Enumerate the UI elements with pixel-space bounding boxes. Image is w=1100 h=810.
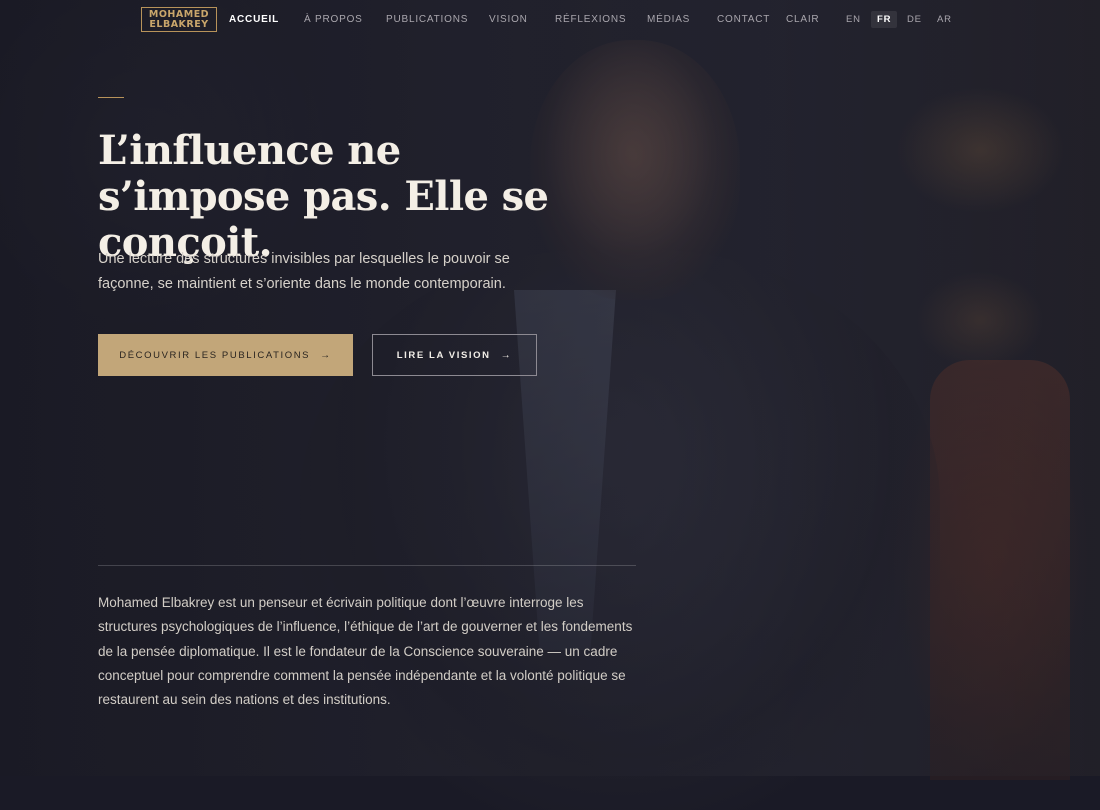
site-logo[interactable]: MOHAMED ELBAKREY [141, 7, 217, 32]
theme-toggle[interactable]: CLAIR [786, 14, 819, 25]
discover-publications-label: DÉCOUVRIR LES PUBLICATIONS [119, 349, 311, 361]
top-navigation: MOHAMED ELBAKREY ACCUEIL À PROPOS PUBLIC… [0, 0, 1100, 40]
nav-item-accueil[interactable]: ACCUEIL [229, 14, 279, 25]
nav-item-reflexions[interactable]: RÉFLEXIONS [555, 14, 626, 25]
logo-line-2: ELBAKREY [149, 18, 209, 30]
hero-headline: L’influence ne s’impose pas. Elle se con… [98, 127, 549, 266]
read-vision-button[interactable]: LIRE LA VISION → [372, 334, 537, 376]
read-vision-label: LIRE LA VISION [396, 349, 491, 361]
bio-paragraph: Mohamed Elbakrey est un penseur et écriv… [98, 595, 633, 708]
language-fr[interactable]: FR [871, 11, 898, 28]
nav-item-vision[interactable]: VISION [489, 14, 528, 25]
nav-item-medias[interactable]: MÉDIAS [647, 14, 690, 25]
nav-item-a-propos[interactable]: À PROPOS [304, 14, 363, 25]
arrow-right-icon: → [320, 349, 332, 361]
arrow-right-icon: → [500, 349, 513, 361]
language-ar[interactable]: AR [937, 14, 952, 25]
hero-lede: Une lecture des structures invisibles pa… [98, 251, 510, 292]
section-divider [98, 565, 636, 566]
language-de[interactable]: DE [907, 14, 922, 25]
language-en[interactable]: EN [846, 14, 861, 25]
nav-item-contact[interactable]: CONTACT [717, 14, 770, 25]
nav-item-publications[interactable]: PUBLICATIONS [386, 14, 468, 25]
discover-publications-button[interactable]: DÉCOUVRIR LES PUBLICATIONS → [98, 334, 353, 376]
accent-divider [98, 97, 124, 98]
logo-line-1: MOHAMED [148, 8, 210, 20]
